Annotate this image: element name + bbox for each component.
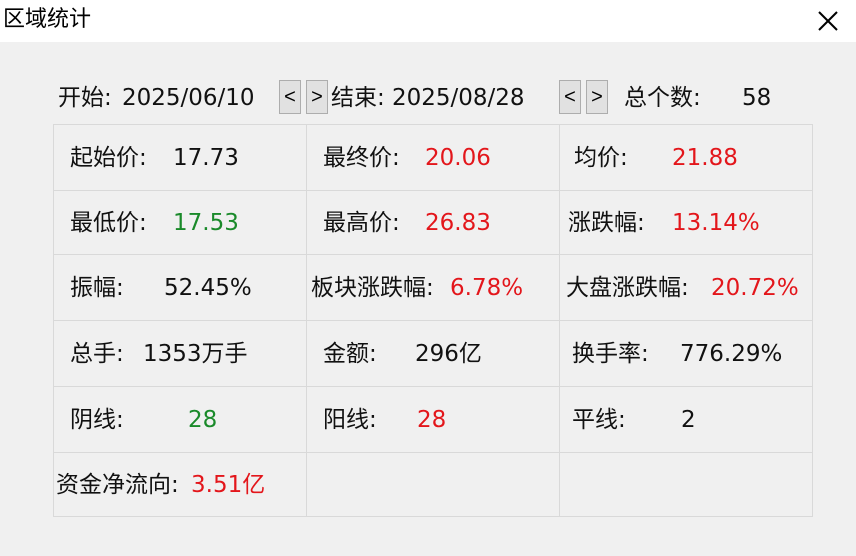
stat-label: 最低价: xyxy=(70,209,147,236)
stat-avg-price: 均价: 21.88 xyxy=(560,125,813,191)
stat-value: 2 xyxy=(681,406,696,433)
stat-label: 资金净流向: xyxy=(56,471,179,498)
stat-label: 涨跌幅: xyxy=(568,209,645,236)
stat-label: 最高价: xyxy=(323,209,400,236)
end-label: 结束: xyxy=(331,85,385,111)
start-date: 2025/06/10 xyxy=(122,85,255,111)
stat-change-pct: 涨跌幅: 13.14% xyxy=(560,191,813,255)
stat-label: 板块涨跌幅: xyxy=(311,274,434,301)
stat-value: 20.06 xyxy=(425,144,491,171)
count-value: 58 xyxy=(742,85,772,111)
stat-label: 起始价: xyxy=(70,144,147,171)
stat-value: 17.53 xyxy=(173,209,239,236)
end-date: 2025/08/28 xyxy=(392,85,525,111)
stat-value: 776.29% xyxy=(680,340,783,367)
stats-grid: 起始价: 17.73 最终价: 20.06 均价: 21.88 最低价: 17.… xyxy=(53,124,813,517)
stat-net-flow: 资金净流向: 3.51亿 xyxy=(54,453,307,517)
stat-sector-change: 板块涨跌幅: 6.78% xyxy=(307,255,560,321)
stat-down-days: 阴线: 28 xyxy=(54,387,307,453)
start-next-button[interactable]: > xyxy=(306,80,328,114)
stat-label: 大盘涨跌幅: xyxy=(566,274,689,301)
stat-value: 1353万手 xyxy=(143,340,248,367)
stat-label: 换手率: xyxy=(572,340,649,367)
stat-value: 13.14% xyxy=(672,209,760,236)
end-prev-button[interactable]: < xyxy=(559,80,581,114)
stat-market-change: 大盘涨跌幅: 20.72% xyxy=(560,255,813,321)
stat-value: 17.73 xyxy=(173,144,239,171)
start-prev-button[interactable]: < xyxy=(279,80,301,114)
close-icon[interactable] xyxy=(814,7,842,35)
date-range-row: 开始: 2025/06/10 < > 结束: 2025/08/28 < > 总个… xyxy=(0,80,856,116)
stat-label: 最终价: xyxy=(323,144,400,171)
stat-label: 总手: xyxy=(70,340,124,367)
stat-flat-days: 平线: 2 xyxy=(560,387,813,453)
stat-value: 28 xyxy=(417,406,447,433)
stat-label: 金额: xyxy=(323,340,377,367)
stat-high-price: 最高价: 26.83 xyxy=(307,191,560,255)
stat-label: 振幅: xyxy=(70,274,124,301)
stat-value: 21.88 xyxy=(672,144,738,171)
stat-amount: 金额: 296亿 xyxy=(307,321,560,387)
title-bar: 区域统计 xyxy=(0,0,856,42)
stat-value: 52.45% xyxy=(164,274,252,301)
stat-amplitude: 振幅: 52.45% xyxy=(54,255,307,321)
stat-up-days: 阳线: 28 xyxy=(307,387,560,453)
stat-value: 6.78% xyxy=(450,274,524,301)
stat-close-price: 最终价: 20.06 xyxy=(307,125,560,191)
count-label: 总个数: xyxy=(624,85,701,111)
stat-label: 均价: xyxy=(574,144,628,171)
stat-label: 阳线: xyxy=(323,406,377,433)
stat-open-price: 起始价: 17.73 xyxy=(54,125,307,191)
stat-value: 296亿 xyxy=(415,340,482,367)
start-label: 开始: xyxy=(58,85,112,111)
stat-label: 阴线: xyxy=(70,406,124,433)
stat-value: 26.83 xyxy=(425,209,491,236)
stat-value: 20.72% xyxy=(711,274,799,301)
empty-cell xyxy=(307,453,560,517)
stat-low-price: 最低价: 17.53 xyxy=(54,191,307,255)
end-next-button[interactable]: > xyxy=(586,80,608,114)
stat-value: 28 xyxy=(188,406,218,433)
stat-total-volume: 总手: 1353万手 xyxy=(54,321,307,387)
window-title: 区域统计 xyxy=(3,7,92,32)
stat-value: 3.51亿 xyxy=(191,471,266,498)
stat-turnover: 换手率: 776.29% xyxy=(560,321,813,387)
empty-cell xyxy=(560,453,813,517)
stat-label: 平线: xyxy=(572,406,626,433)
